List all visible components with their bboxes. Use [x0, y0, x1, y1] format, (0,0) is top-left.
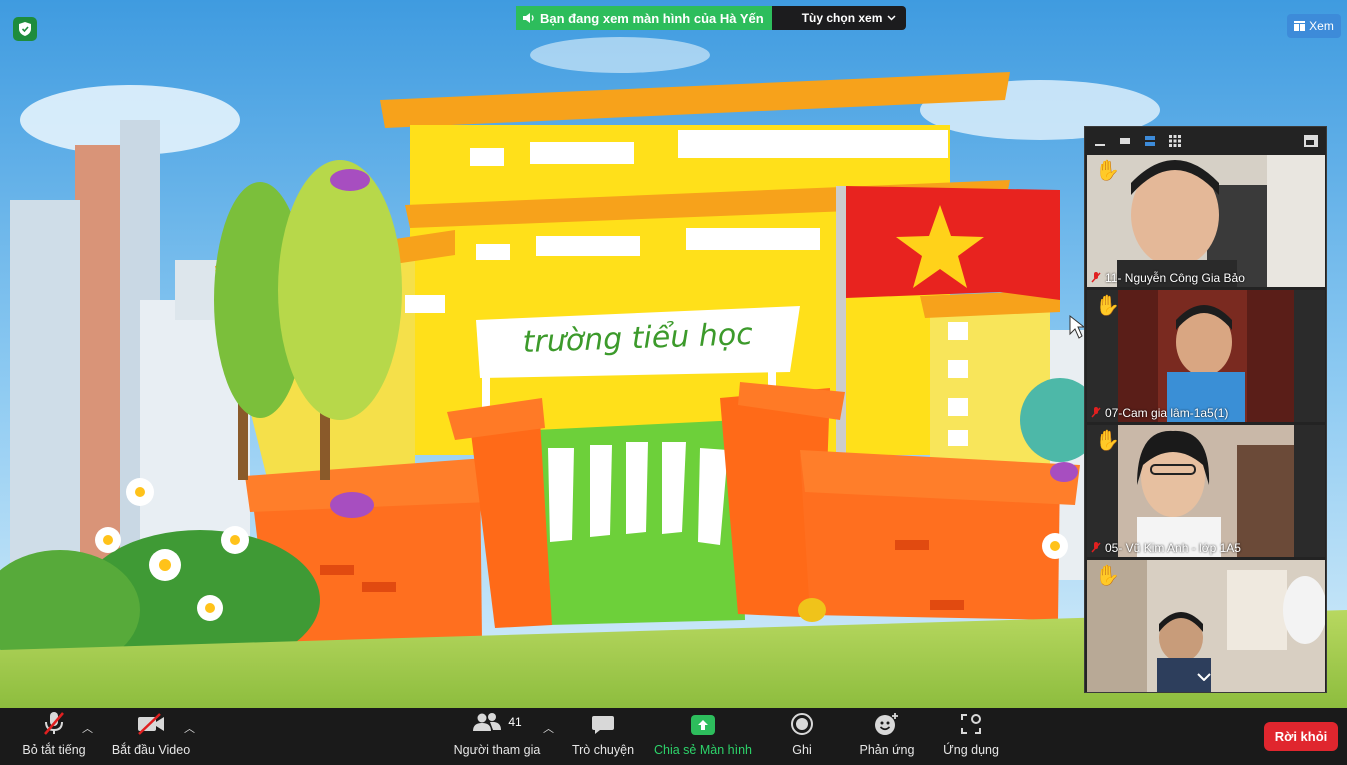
leave-label: Rời khỏi	[1274, 729, 1328, 744]
raised-hand-icon: ✋	[1095, 565, 1120, 587]
reaction-smiley-icon	[875, 713, 898, 735]
screen-share-banner: Bạn đang xem màn hình của Hà Yến Tùy chọ…	[516, 6, 907, 30]
apps-icon	[961, 714, 981, 734]
share-screen-label: Chia sẻ Màn hình	[654, 743, 752, 757]
grid-view-icon	[1294, 21, 1306, 31]
participant-video-panel: ✋ 11- Nguyễn Công Gia Bảo ✋ 07-Cam gia l…	[1084, 126, 1327, 693]
strip-view-icon[interactable]	[1143, 134, 1157, 148]
share-screen-button[interactable]: Chia sẻ Màn hình	[650, 708, 756, 765]
participants-label: Người tham gia	[453, 743, 541, 757]
exit-panel-icon[interactable]	[1304, 134, 1318, 148]
speaker-icon	[523, 13, 534, 23]
record-label: Ghi	[792, 743, 812, 757]
apps-button[interactable]: Ứng dụng	[936, 708, 1006, 765]
chat-icon	[592, 716, 614, 734]
reactions-label: Phản ứng	[859, 743, 915, 757]
unmute-label: Bỏ tắt tiếng	[22, 743, 86, 757]
participant-name-row: 05- Vũ Kim Anh - lớp 1A5	[1091, 541, 1241, 555]
participants-caret-icon[interactable]: ︿	[543, 720, 554, 736]
chevron-down-icon	[887, 15, 896, 21]
raised-hand-icon: ✋	[1095, 430, 1120, 452]
raised-hand-icon: ✋	[1095, 295, 1120, 317]
chat-label: Trò chuyện	[571, 743, 635, 757]
participants-count: 41	[508, 715, 522, 729]
start-video-label: Bắt đầu Video	[111, 743, 191, 757]
participant-name: 11- Nguyễn Công Gia Bảo	[1105, 271, 1245, 285]
participant-name-row: 07-Cam gia lâm-1a5(1)	[1091, 406, 1228, 420]
video-options-caret-icon[interactable]: ︿	[184, 720, 195, 736]
panel-controls	[1085, 127, 1326, 155]
viewing-text: Bạn đang xem màn hình của Hà Yến	[540, 10, 764, 26]
security-shield-icon[interactable]	[13, 17, 37, 41]
video-feed	[1087, 425, 1325, 557]
view-button-label: Xem	[1309, 19, 1334, 33]
muted-mic-icon	[1091, 407, 1101, 418]
unmute-button[interactable]: Bỏ tắt tiếng	[14, 708, 94, 765]
participant-name: 07-Cam gia lâm-1a5(1)	[1105, 406, 1229, 420]
zoom-meeting-window: trường tiểu học Bạn đang xem màn hình củ…	[0, 0, 1347, 765]
participant-tile[interactable]: ✋ 11- Nguyễn Công Gia Bảo	[1087, 155, 1325, 287]
view-button[interactable]: Xem	[1287, 14, 1341, 38]
video-feed	[1087, 290, 1325, 422]
participants-button[interactable]: 41 Người tham gia	[445, 708, 549, 765]
muted-mic-icon	[1091, 272, 1101, 283]
chat-button[interactable]: Trò chuyện	[566, 708, 640, 765]
viewing-notice: Bạn đang xem màn hình của Hà Yến	[516, 6, 772, 30]
view-options-button[interactable]: Tùy chọn xem	[771, 6, 907, 30]
reactions-button[interactable]: Phản ứng	[852, 708, 922, 765]
apps-label: Ứng dụng	[943, 743, 999, 757]
muted-microphone-icon	[44, 712, 64, 735]
participants-icon	[473, 713, 502, 731]
scroll-down-chevron-icon[interactable]	[1197, 668, 1211, 686]
gallery-view-icon[interactable]	[1168, 134, 1182, 148]
raised-hand-icon: ✋	[1095, 160, 1120, 182]
leave-meeting-button[interactable]: Rời khỏi	[1264, 722, 1338, 751]
record-button[interactable]: Ghi	[782, 708, 822, 765]
start-video-button[interactable]: Bắt đầu Video	[106, 708, 196, 765]
meeting-toolbar: Bỏ tắt tiếng ︿ Bắt đầu Video ︿ 41 Người …	[0, 708, 1347, 765]
participant-tile[interactable]: ✋ 05- Vũ Kim Anh - lớp 1A5	[1087, 425, 1325, 557]
video-feed	[1087, 155, 1325, 287]
participant-name: 05- Vũ Kim Anh - lớp 1A5	[1105, 541, 1241, 555]
audio-options-caret-icon[interactable]: ︿	[82, 720, 93, 736]
participant-tile[interactable]: ✋ 07-Cam gia lâm-1a5(1)	[1087, 290, 1325, 422]
video-off-icon	[138, 713, 164, 735]
minimize-icon[interactable]	[1093, 134, 1107, 148]
record-icon	[791, 713, 813, 735]
participant-name-row: 11- Nguyễn Công Gia Bảo	[1091, 271, 1245, 285]
single-video-icon[interactable]	[1118, 134, 1132, 148]
muted-mic-icon	[1091, 542, 1101, 553]
share-screen-icon	[691, 715, 715, 735]
view-options-label: Tùy chọn xem	[801, 11, 883, 25]
